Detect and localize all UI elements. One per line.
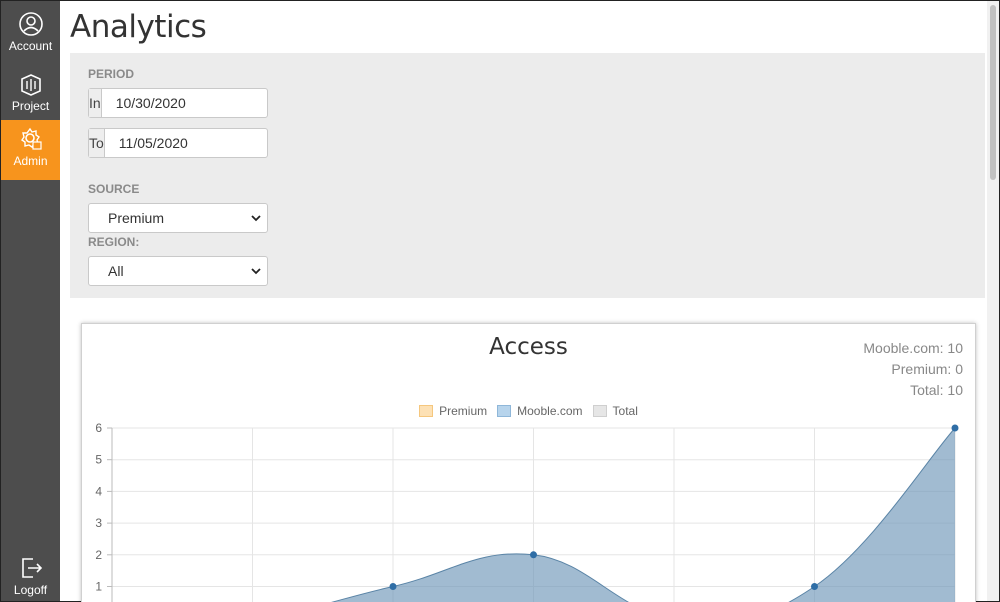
period-in-group: In [88,88,297,118]
chevron-down-icon [251,215,261,222]
data-point [811,583,818,590]
sidebar-item-account[interactable]: Account [1,5,60,65]
region-label: REGION: [88,235,140,249]
source-select[interactable]: Premium [88,203,268,233]
period-in-addon: In [89,89,102,117]
data-point [530,551,537,559]
y-tick-label: 4 [95,484,102,498]
period-label: PERIOD [88,67,135,81]
page-title: Analytics [70,9,207,45]
main-content: Analytics PERIOD In To SOURCE Premium RE… [60,1,987,602]
period-in-input[interactable] [101,89,297,117]
y-tick-label: 6 [95,421,102,435]
period-to-addon: To [89,129,105,157]
y-tick-label: 5 [95,453,102,467]
sidebar: Account Project Admin Logoff [1,1,60,601]
sidebar-item-project[interactable]: Project [1,65,60,125]
region-select-value: All [108,263,124,279]
sidebar-item-label: Account [8,39,53,53]
period-to-input[interactable] [104,129,300,157]
chevron-down-icon [251,268,261,275]
region-select[interactable]: All [88,256,268,286]
filters-panel: PERIOD In To SOURCE Premium REGION: All [70,53,985,298]
logoff-button[interactable]: Logoff [1,549,60,602]
access-area-chart: 1 2 3 4 5 6 [95,421,959,602]
logoff-label: Logoff [13,583,48,597]
admin-gear-icon [20,127,42,150]
project-icon [20,74,41,96]
data-point [951,424,959,432]
period-to-group: To [88,128,300,158]
y-tick-label: 2 [95,548,102,562]
y-tick-label: 3 [95,516,102,530]
sidebar-item-label: Admin [13,154,48,168]
source-select-value: Premium [108,210,165,226]
source-label: SOURCE [88,182,140,196]
access-chart-card: Access Mooble.com: 10 Premium: 0 Total: … [81,323,976,602]
sidebar-item-label: Project [11,99,50,113]
data-point [389,583,397,590]
y-tick-label: 1 [95,580,102,594]
page-scrollbar[interactable] [987,1,999,601]
sidebar-item-admin[interactable]: Admin [1,120,60,180]
scrollbar-thumb[interactable] [990,5,996,180]
logoff-icon [21,558,42,578]
account-icon [18,12,43,36]
